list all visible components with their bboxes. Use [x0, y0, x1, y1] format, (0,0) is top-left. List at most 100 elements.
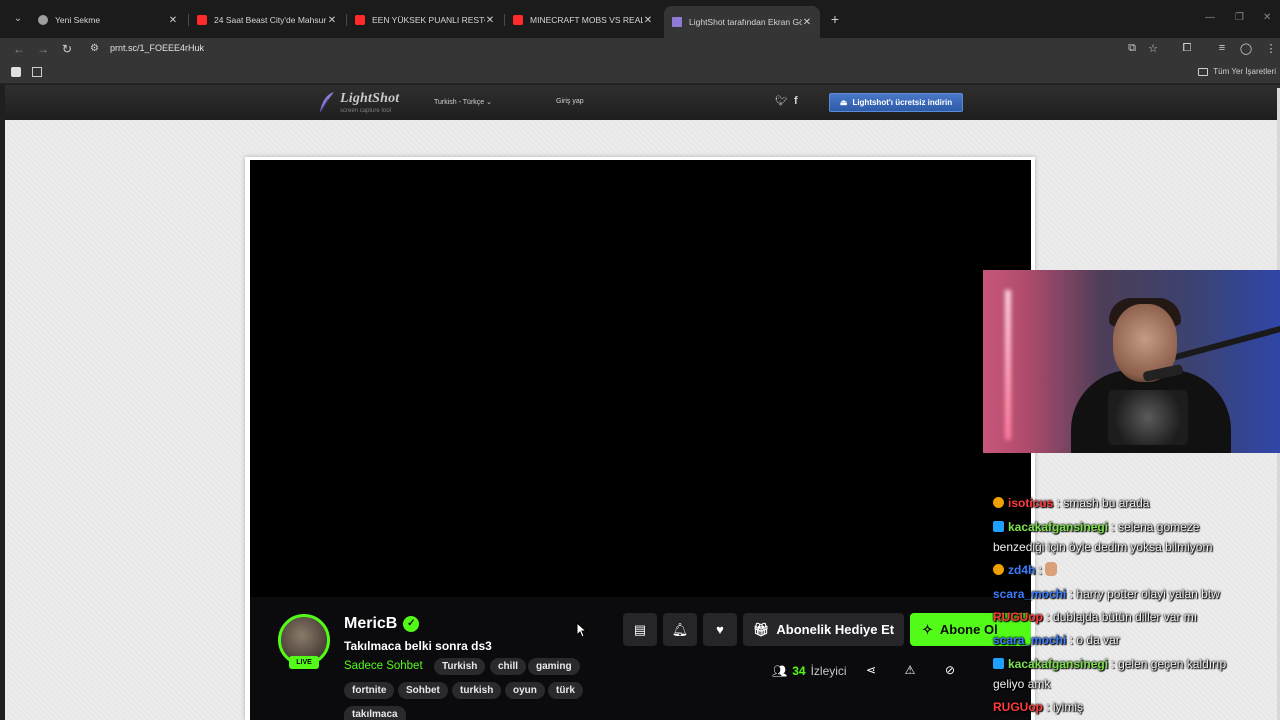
chat-text: geliyo amk [993, 677, 1051, 691]
media-icon[interactable]: ≡ [1215, 42, 1229, 54]
tag-chip[interactable]: takılmaca [344, 706, 406, 720]
chat-username[interactable]: RUGUop [993, 610, 1043, 624]
chat-message: scara_mochi : o da var [993, 633, 1120, 647]
tab-close-icon[interactable]: ✕ [643, 15, 653, 26]
tab-youtube-1[interactable]: 24 Saat Beast City'de Mahsur K ✕ [189, 8, 345, 32]
follow-heart-icon[interactable]: ♥ [703, 613, 737, 646]
address-bar[interactable]: prnt.sc/1_FOEEE4rHuk [110, 43, 204, 53]
tab-title: 24 Saat Beast City'de Mahsur K [214, 15, 327, 25]
chat-message: isoticus : smash bu arada [993, 495, 1149, 511]
logo-subtitle: screen capture tool [340, 108, 392, 114]
chat-text: selena gomeze [1118, 520, 1200, 534]
mouse-cursor-icon [576, 622, 588, 638]
tab-title: Yeni Sekme [55, 15, 101, 25]
tab-close-icon[interactable]: ✕ [168, 15, 178, 26]
chat-message: scara_mochi : harry potter olayi yalan b… [993, 587, 1220, 601]
youtube-icon [197, 15, 207, 25]
apps-grid-icon[interactable] [32, 67, 42, 77]
tab-new-tab[interactable]: Yeni Sekme ✕ [30, 8, 186, 32]
tab-close-icon[interactable]: ✕ [485, 15, 495, 26]
tab-close-icon[interactable]: ✕ [327, 15, 337, 26]
site-info-icon[interactable]: ⚙ [90, 43, 99, 54]
twitter-icon[interactable]: 🐦︎ [775, 96, 788, 107]
tab-search-icon[interactable]: ⌄ [10, 11, 26, 27]
badge-icon [993, 564, 1004, 575]
category-link[interactable]: Sadece Sohbet [344, 660, 423, 672]
download-button[interactable]: ⏏ Lightshot'ı ücretsiz indirin [829, 93, 963, 112]
tag-chip[interactable]: türk [548, 682, 583, 699]
chat-text: smash bu arada [1063, 496, 1150, 510]
page-icon[interactable] [11, 67, 21, 77]
gift-subscription-button[interactable]: 🎁︎ Abonelik Hediye Et [743, 613, 904, 646]
badge-icon [993, 521, 1004, 532]
tab-lightshot[interactable]: LightShot tarafından Ekran Gör ✕ [664, 6, 820, 38]
chat-username[interactable]: zd4h [1008, 563, 1035, 577]
tab-youtube-3[interactable]: MINECRAFT MOBS VS REAL LIF ✕ [505, 8, 661, 32]
tag-chip[interactable]: Sohbet [398, 682, 448, 699]
stream-title: Takılmaca belki sonra ds3 [344, 639, 492, 653]
chat-text: dublajda bütün diller var mı [1053, 610, 1198, 624]
login-link[interactable]: Giriş yap [556, 98, 584, 105]
chat-message: RUGUop : dublajda bütün diller var mı [993, 610, 1198, 624]
chat-username[interactable]: kacakafgansinegi [1008, 657, 1108, 671]
chat-username[interactable]: scara_mochi [993, 587, 1066, 601]
chat-text: benzediği için öyle dedim yoksa bilmiyom [993, 540, 1213, 554]
menu-icon[interactable]: ⋮ [1264, 42, 1278, 55]
webcam-overlay [983, 270, 1280, 453]
chat-text: iyimiş [1053, 700, 1084, 714]
language-select[interactable]: Turkish - Türkçe ⌄ [434, 98, 492, 106]
chat-username[interactable]: RUGUop [993, 700, 1043, 714]
tag-chip[interactable]: gaming [528, 658, 580, 675]
gift-label: Abonelik Hediye Et [776, 622, 895, 637]
extensions-icon[interactable]: ⧠ [1180, 42, 1194, 55]
restore-icon[interactable]: ❐ [1235, 12, 1244, 23]
profile-icon[interactable]: ◯ [1239, 42, 1253, 55]
tab-youtube-2[interactable]: EEN YÜKSEK PUANLI RESTORAN ✕ [347, 8, 503, 32]
tab-title: EEN YÜKSEK PUANLI RESTORAN [372, 15, 485, 25]
tab-strip: ⌄ Yeni Sekme ✕ 24 Saat Beast City'de Mah… [0, 0, 1280, 38]
chat-username[interactable]: isoticus [1008, 496, 1053, 510]
chat-text: o da var [1076, 633, 1120, 647]
minimize-icon[interactable]: — [1205, 12, 1215, 23]
tag-chip[interactable]: turkish [452, 682, 502, 699]
notification-bell-icon[interactable]: 🔔︎ [663, 613, 697, 646]
streamer-name[interactable]: MericB [344, 615, 397, 633]
tag-chip[interactable]: oyun [505, 682, 545, 699]
back-icon[interactable]: ← [12, 42, 26, 56]
hide-eye-icon[interactable]: ⊘ [942, 663, 958, 677]
tag-chip[interactable]: fortnite [344, 682, 395, 699]
chat-username[interactable]: kacakafgansinegi [1008, 520, 1108, 534]
language-label: Turkish - Türkçe [434, 99, 485, 106]
sparkle-icon: ✧ [922, 621, 933, 637]
chat-username[interactable]: scara_mochi [993, 633, 1066, 647]
emote-icon [1045, 562, 1058, 576]
gift-icon: 🎁︎ [752, 621, 770, 637]
tag-chip[interactable]: Turkish [434, 658, 486, 675]
chat-message: geliyo amk [993, 676, 1050, 692]
badge-icon [993, 497, 1004, 508]
new-tab-icon[interactable]: + [828, 11, 842, 27]
chat-message: RUGUop : iyimiş [993, 700, 1084, 714]
tab-title: LightShot tarafından Ekran Gör [689, 17, 802, 27]
share-icon[interactable]: ⋖ [863, 663, 879, 677]
facebook-icon[interactable]: f [794, 95, 798, 107]
report-warning-icon[interactable]: ⚠ [902, 663, 918, 677]
forward-icon[interactable]: → [36, 42, 50, 56]
close-window-icon[interactable]: ✕ [1263, 12, 1271, 23]
badge-icon [993, 658, 1004, 669]
lightshot-logo[interactable]: LightShot screen capture tool [318, 91, 399, 114]
all-bookmarks[interactable]: Tüm Yer İşaretleri [1198, 67, 1276, 76]
logo-name: LightShot [340, 91, 400, 106]
chat-message: kacakafgansinegi : gelen geçen kaldırıp [993, 656, 1226, 672]
reload-icon[interactable]: ↻ [60, 42, 74, 56]
install-icon[interactable]: ⧉ [1125, 42, 1139, 55]
tag-chip[interactable]: chill [490, 658, 527, 675]
streamer-name-row: MericB ✓ [344, 615, 420, 633]
tab-close-icon[interactable]: ✕ [802, 17, 812, 28]
chat-text: harry potter olayi yalan btw [1076, 587, 1220, 601]
stream-video[interactable] [250, 160, 1031, 597]
bookmark-star-icon[interactable]: ☆ [1146, 42, 1160, 55]
viewer-label: İzleyici [810, 664, 847, 678]
chat-message: zd4h : [993, 562, 1058, 578]
theater-mode-button[interactable]: ▤ [623, 613, 657, 646]
